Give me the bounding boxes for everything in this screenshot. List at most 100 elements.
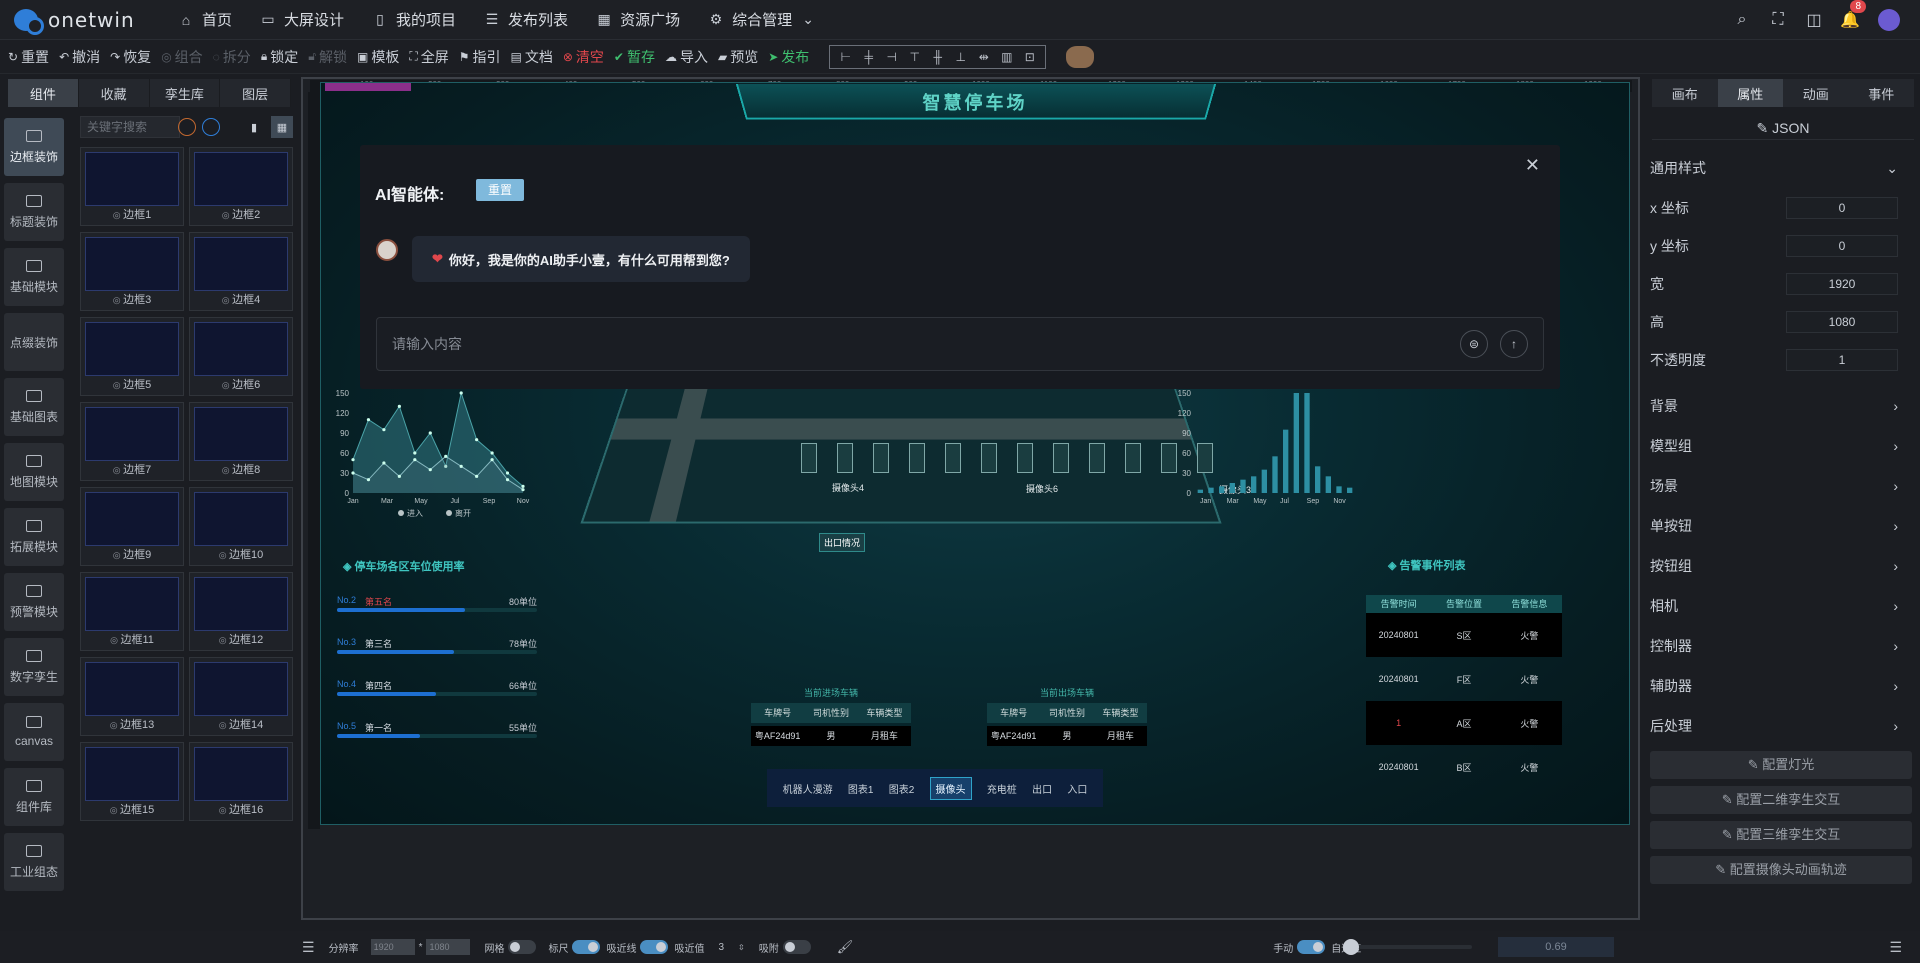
property-group[interactable]: 按钮组 › xyxy=(1650,548,1912,584)
save-draft-button[interactable]: ✔ 暂存 xyxy=(614,47,655,67)
config-button[interactable]: ✎ 配置三维孪生交互 xyxy=(1650,821,1912,849)
list-view-icon[interactable]: ▮ xyxy=(243,116,265,138)
category-extension-module[interactable]: 拓展模块 xyxy=(4,508,64,566)
component-card[interactable]: 边框6 xyxy=(189,317,293,396)
align-right-icon[interactable]: ⊣ xyxy=(881,49,902,65)
tab-components[interactable]: 组件 xyxy=(8,79,79,107)
config-button[interactable]: ✎ 配置灯光 xyxy=(1650,751,1912,779)
fullscreen-button[interactable]: ⛶ 全屏 xyxy=(409,47,448,67)
template-button[interactable]: ▣ 模板 xyxy=(357,47,399,67)
nav-publish-list[interactable]: ☰ 发布列表 xyxy=(470,0,582,40)
component-card[interactable]: 边框9 xyxy=(80,487,184,566)
category-basic-module[interactable]: 基础模块 xyxy=(4,248,64,306)
tab-events[interactable]: 事件 xyxy=(1849,79,1915,107)
align-top-icon[interactable]: ⊤ xyxy=(904,49,925,65)
coffee-cup-icon[interactable] xyxy=(1066,45,1095,68)
property-group[interactable]: 相机 › xyxy=(1650,588,1912,624)
lock-button[interactable]: 🔒︎ 锁定 xyxy=(261,47,298,67)
dialog-reset-button[interactable]: 重置 xyxy=(476,179,524,201)
component-card[interactable]: 边框1 xyxy=(80,147,184,226)
filter-icon[interactable] xyxy=(178,118,196,136)
component-card[interactable]: 边框12 xyxy=(189,572,293,651)
exit-status-label[interactable]: 出口情况 xyxy=(819,533,866,552)
fullscreen-icon[interactable]: ⛶ xyxy=(1760,0,1796,40)
brand-logo[interactable]: onetwin xyxy=(14,8,164,35)
component-card[interactable]: 边框8 xyxy=(189,402,293,481)
table-row[interactable]: 20240801 F区 火警 xyxy=(1366,657,1562,701)
category-canvas[interactable]: canvas xyxy=(4,703,64,761)
align-left-icon[interactable]: ⊢ xyxy=(835,49,856,65)
tab-animation[interactable]: 动画 xyxy=(1783,79,1849,107)
search-icon[interactable] xyxy=(202,118,220,136)
category-map-module[interactable]: 地图模块 xyxy=(4,443,64,501)
vertical-ruler[interactable] xyxy=(308,92,320,829)
component-card[interactable]: 边框2 xyxy=(189,147,293,226)
group-button[interactable]: ◎ 组合 xyxy=(161,47,202,67)
property-group[interactable]: 场景 › xyxy=(1650,468,1912,504)
camera-label[interactable]: 摄像头6 xyxy=(1026,482,1058,495)
component-card[interactable]: 边框7 xyxy=(80,402,184,481)
redo-button[interactable]: ↷ 恢复 xyxy=(110,47,151,67)
category-border-decoration[interactable]: 边框装饰 xyxy=(4,118,64,176)
component-card[interactable]: 边框4 xyxy=(189,232,293,311)
config-button[interactable]: ✎ 配置二维孪生交互 xyxy=(1650,786,1912,814)
tab-chart2[interactable]: 图表2 xyxy=(889,781,915,796)
category-industrial[interactable]: 工业组态 xyxy=(4,833,64,891)
tab-camera[interactable]: 摄像头 xyxy=(929,776,972,800)
distribute-h-icon[interactable]: ⇹ xyxy=(973,49,994,65)
property-value-input[interactable]: 0 xyxy=(1786,235,1898,257)
tab-properties[interactable]: 属性 xyxy=(1717,79,1783,107)
section-general-style[interactable]: 通用样式 ⌄ xyxy=(1650,150,1912,186)
property-value-input[interactable]: 1920 xyxy=(1786,273,1898,295)
import-button[interactable]: ☁ 导入 xyxy=(665,47,708,67)
user-avatar[interactable] xyxy=(1878,9,1900,31)
table-row[interactable]: 粤AF24d91 男 月租车 xyxy=(751,726,911,746)
category-accent-decoration[interactable]: 点缀装饰 xyxy=(4,313,64,371)
manual-toggle[interactable] xyxy=(1297,940,1326,954)
align-center-h-icon[interactable]: ╪ xyxy=(858,49,879,65)
table-row[interactable]: 20240801 S区 火警 xyxy=(1366,613,1562,657)
resolution-height-input[interactable]: 1080 xyxy=(426,939,471,955)
menu-icon[interactable]: ☰ xyxy=(302,939,315,956)
snap-toggle[interactable] xyxy=(640,940,669,954)
bell-icon[interactable]: 🔔 8 xyxy=(1832,0,1868,40)
doc-button[interactable]: ▤ 文档 xyxy=(511,47,553,67)
tab-favorites[interactable]: 收藏 xyxy=(79,79,150,107)
tab-chart1[interactable]: 图表1 xyxy=(848,781,874,796)
brush-icon[interactable]: 🖌︎ xyxy=(837,939,854,955)
reset-button[interactable]: ↻ 重置 xyxy=(8,47,49,67)
search-icon[interactable]: ⌕ xyxy=(1724,0,1760,40)
table-row[interactable]: 20240801 B区 火警 xyxy=(1366,745,1562,789)
nav-home[interactable]: ⌂ 首页 xyxy=(164,0,246,40)
component-card[interactable]: 边框3 xyxy=(80,232,184,311)
component-card[interactable]: 边框16 xyxy=(189,742,293,821)
component-search-input[interactable]: 关键字搜索 xyxy=(80,116,180,138)
fit-icon[interactable]: ⊡ xyxy=(1019,49,1040,65)
category-basic-chart[interactable]: 基础图表 xyxy=(4,378,64,436)
split-button[interactable]: ◌ 拆分 xyxy=(213,47,251,67)
property-value-input[interactable]: 0 xyxy=(1786,197,1898,219)
tab-layers[interactable]: 图层 xyxy=(220,79,291,107)
ruler-toggle[interactable] xyxy=(572,940,601,954)
table-row[interactable]: 粤AF24d91 男 月租车 xyxy=(987,726,1147,746)
publish-button[interactable]: ➤ 发布 xyxy=(768,47,809,67)
nav-resource-square[interactable]: ▦ 资源广场 xyxy=(582,0,694,40)
zoom-slider-handle[interactable] xyxy=(1343,939,1359,955)
nav-screen-design[interactable]: ▭ 大屏设计 xyxy=(246,0,358,40)
tab-entrance[interactable]: 入口 xyxy=(1067,781,1087,796)
align-bottom-icon[interactable]: ⊥ xyxy=(950,49,971,65)
resolution-width-input[interactable]: 1920 xyxy=(370,939,415,955)
preview-button[interactable]: ▰ 预览 xyxy=(718,47,758,67)
property-group[interactable]: 单按钮 › xyxy=(1650,508,1912,544)
close-icon[interactable]: ✕ xyxy=(1525,155,1540,176)
chat-input[interactable]: 请输入内容 xyxy=(376,317,1544,371)
category-digital-twin[interactable]: 数字孪生 xyxy=(4,638,64,696)
component-card[interactable]: 边框10 xyxy=(189,487,293,566)
distribute-v-icon[interactable]: ▥ xyxy=(996,49,1017,65)
category-title-decoration[interactable]: 标题装饰 xyxy=(4,183,64,241)
bind-toggle[interactable] xyxy=(782,940,811,954)
property-group[interactable]: 辅助器 › xyxy=(1650,668,1912,704)
unlock-button[interactable]: 🔓︎ 解锁 xyxy=(308,47,347,67)
camera-label[interactable]: 摄像头4 xyxy=(832,481,864,494)
zoom-value[interactable]: 0.69 xyxy=(1498,937,1614,957)
